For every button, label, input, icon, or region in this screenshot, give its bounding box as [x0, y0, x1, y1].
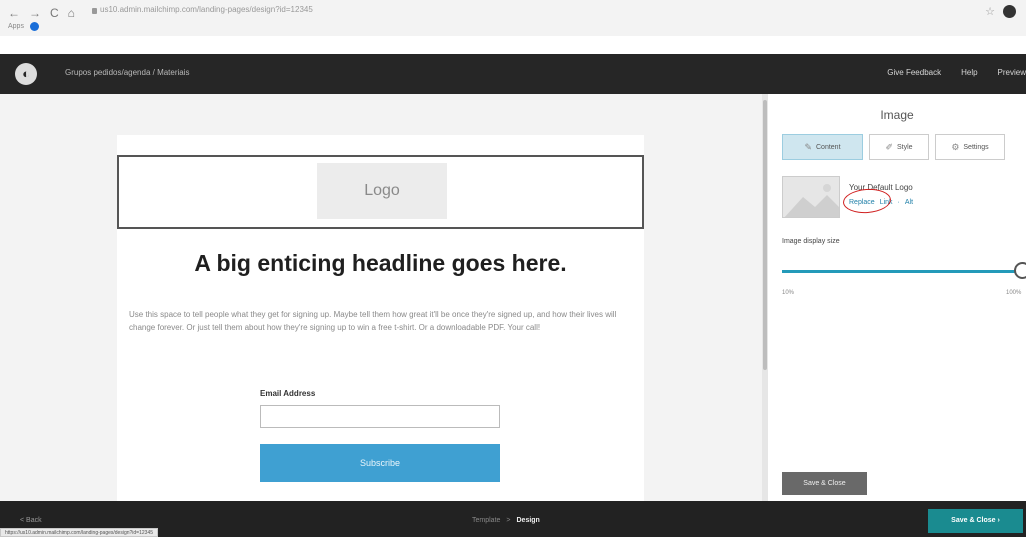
- breadcrumb-separator: >: [506, 517, 511, 524]
- star-icon[interactable]: ☆: [985, 5, 995, 18]
- image-size-label: Image display size: [782, 238, 840, 245]
- tab-style[interactable]: ✐ Style: [869, 134, 929, 160]
- panel-save-close-button[interactable]: Save & Close: [782, 472, 867, 495]
- save-close-label: Save & Close: [951, 517, 996, 524]
- body-text[interactable]: Use this space to tell people what they …: [129, 308, 634, 334]
- image-size-slider[interactable]: [782, 270, 1022, 273]
- panel-title: Image: [880, 108, 914, 122]
- chevron-right-icon: ›: [997, 517, 1000, 524]
- browser-nav: ← → C ⌂: [8, 6, 75, 20]
- preview-link[interactable]: Preview: [998, 68, 1026, 77]
- logo-block[interactable]: Logo: [117, 155, 644, 229]
- tab-settings[interactable]: ⚙ Settings: [935, 134, 1005, 160]
- breadcrumb-design: Design: [516, 517, 540, 524]
- page-name[interactable]: Grupos pedidos/agenda / Materiais: [65, 68, 190, 77]
- home-icon[interactable]: ⌂: [68, 6, 75, 20]
- mailchimp-logo-icon[interactable]: ◐: [15, 63, 37, 85]
- image-thumbnail[interactable]: [782, 176, 840, 218]
- range-min-label: 10%: [782, 290, 795, 296]
- header-links: Give Feedback Help Preview: [887, 68, 1026, 77]
- range-max-label: 100%: [1006, 290, 1022, 296]
- email-label: Email Address: [260, 389, 316, 398]
- screen: ← → C ⌂ us10.admin.mailchimp.com/landing…: [0, 0, 1026, 537]
- tab-label: Settings: [963, 143, 989, 151]
- breadcrumb: Template > Design: [472, 517, 540, 524]
- tab-content[interactable]: ✎ Content: [782, 134, 863, 160]
- save-close-button[interactable]: Save & Close ›: [928, 509, 1023, 533]
- logo-placeholder: Logo: [317, 163, 447, 219]
- address-bar[interactable]: us10.admin.mailchimp.com/landing-pages/d…: [100, 5, 313, 14]
- breadcrumb-template[interactable]: Template: [472, 517, 500, 524]
- forward-arrow-icon[interactable]: →: [29, 6, 41, 20]
- back-arrow-icon[interactable]: ←: [8, 6, 20, 20]
- bookmarks-bar: Apps: [8, 22, 39, 31]
- avatar[interactable]: [1003, 5, 1016, 18]
- app-header: ◐ Grupos pedidos/agenda / Materiais Give…: [0, 54, 1026, 94]
- lock-icon: [92, 8, 97, 14]
- give-feedback-link[interactable]: Give Feedback: [887, 68, 941, 77]
- pencil-icon: ✎: [804, 141, 812, 152]
- image-placeholder-icon: [784, 184, 839, 217]
- brush-icon: ✐: [885, 141, 893, 152]
- apps-bookmark[interactable]: Apps: [8, 23, 24, 30]
- subscribe-button[interactable]: Subscribe: [260, 444, 500, 482]
- tab-label: Content: [816, 143, 841, 151]
- reload-icon[interactable]: C: [50, 6, 59, 20]
- gear-icon: ⚙: [951, 141, 960, 152]
- browser-actions: ☆: [985, 5, 1016, 18]
- headline[interactable]: A big enticing headline goes here.: [117, 250, 644, 277]
- panel-tabs: ✎ Content ✐ Style ⚙ Settings: [782, 134, 1026, 161]
- status-url: https://us10.admin.mailchimp.com/landing…: [0, 528, 159, 537]
- email-field[interactable]: [260, 405, 500, 428]
- back-link[interactable]: < Back: [20, 517, 42, 524]
- slider-handle[interactable]: [1014, 262, 1026, 279]
- alt-link[interactable]: Alt: [905, 199, 913, 206]
- bookmark-favicon-icon[interactable]: [29, 22, 39, 31]
- browser-bar: ← → C ⌂ us10.admin.mailchimp.com/landing…: [0, 0, 1026, 36]
- help-link[interactable]: Help: [961, 68, 977, 77]
- tab-label: Style: [896, 143, 913, 151]
- scrollbar-thumb[interactable]: [763, 100, 767, 370]
- separator: ·: [897, 199, 900, 206]
